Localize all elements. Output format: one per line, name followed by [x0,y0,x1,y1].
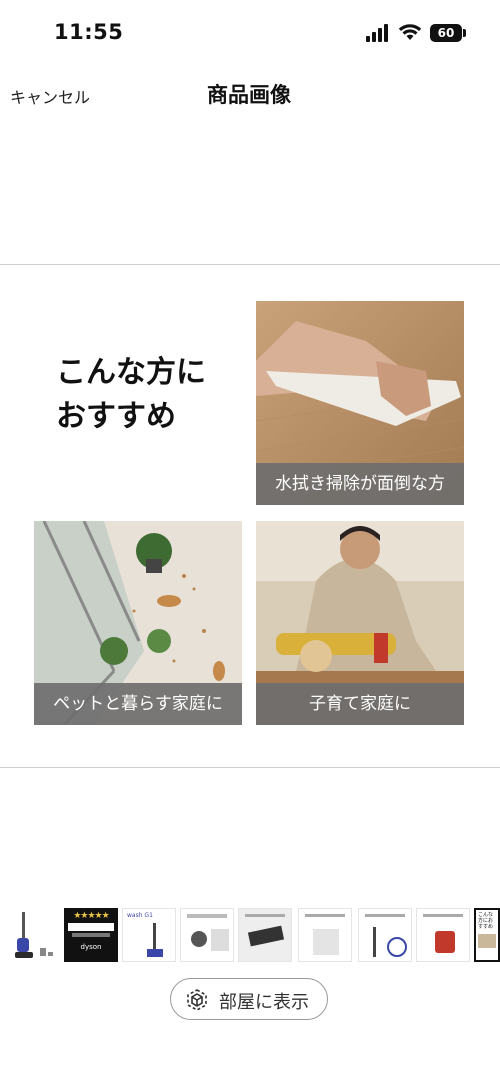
thumbnail-4-box [211,929,229,951]
thumbnail-2[interactable]: ★★★★★ dyson [64,908,118,962]
thumbnail-line [72,933,110,937]
thumbnail-5[interactable] [238,908,292,962]
page-title-text: 商品画像 [207,83,291,107]
card-pets: ペットと暮らす家庭に [34,521,242,725]
recommend-title: こんな方に おすすめ [56,351,206,439]
thumbnail-4-line [187,914,227,918]
thumbnail-5-line [245,914,285,917]
thumbnail-2-brand: dyson [80,943,102,951]
view-in-room-button[interactable]: 部屋に表示 [170,978,328,1020]
wifi-icon [398,24,422,40]
thumbnail-7-ring [387,937,407,957]
thumbnail-3[interactable]: wash G1 [122,908,176,962]
thumbnail-selected-image [478,934,496,948]
thumbnail-selected-text: こんな方におすすめ [478,912,494,930]
battery-cap [463,29,466,37]
thumbnail-strip[interactable]: ★★★★★ dyson wash G1 こんな方におすすめ [0,900,500,972]
recommend-title-line1: こんな方に [56,355,206,390]
thumbnail-4-circle [191,931,207,947]
card-wiping-label: 水拭き掃除が面倒な方 [256,463,464,505]
view-in-room-label: 部屋に表示 [219,992,309,1013]
cellular-signal-icon [366,24,390,42]
thumbnail-4[interactable] [180,908,234,962]
recommend-title-line2: おすすめ [56,399,176,434]
thumbnail-6-box [313,929,339,955]
card-pets-label: ペットと暮らす家庭に [34,683,242,725]
thumbnail-1[interactable] [12,908,60,962]
thumbnail-selected[interactable]: こんな方におすすめ [474,908,500,962]
card-child-label: 子育て家庭に [256,683,464,725]
battery-indicator: 60 [430,24,462,42]
thumbnail-7-handle [373,927,376,957]
product-image[interactable]: こんな方に おすすめ 水拭き掃除が面倒な方 ペットと暮らす家庭に 子育て家庭に [0,265,500,767]
thumbnail-8-shape [435,931,455,953]
vacuum-product-icon [15,912,53,958]
thumbnail-5-head [247,925,285,947]
status-bar: 11:55 60 [0,0,500,64]
thumbnail-3-head [147,949,163,957]
thumbnail-7-line [365,914,405,917]
thumbnail-8-line [423,914,463,917]
thumbnail-banner [68,923,114,931]
thumbnail-8[interactable] [416,908,470,962]
ar-cube-icon [187,989,207,1011]
status-time: 11:55 [54,20,124,44]
nav-bar: キャンセル 商品画像 [0,66,500,122]
thumbnail-3-text: wash G1 [127,912,153,919]
thumbnail-7[interactable] [358,908,412,962]
card-wiping: 水拭き掃除が面倒な方 [256,301,464,505]
thumbnail-6[interactable] [298,908,352,962]
divider-bottom [0,767,500,768]
rating-stars: ★★★★★ [73,911,109,921]
thumbnail-6-line [305,914,345,917]
card-child: 子育て家庭に [256,521,464,725]
page-title: 商品画像 [0,79,500,109]
